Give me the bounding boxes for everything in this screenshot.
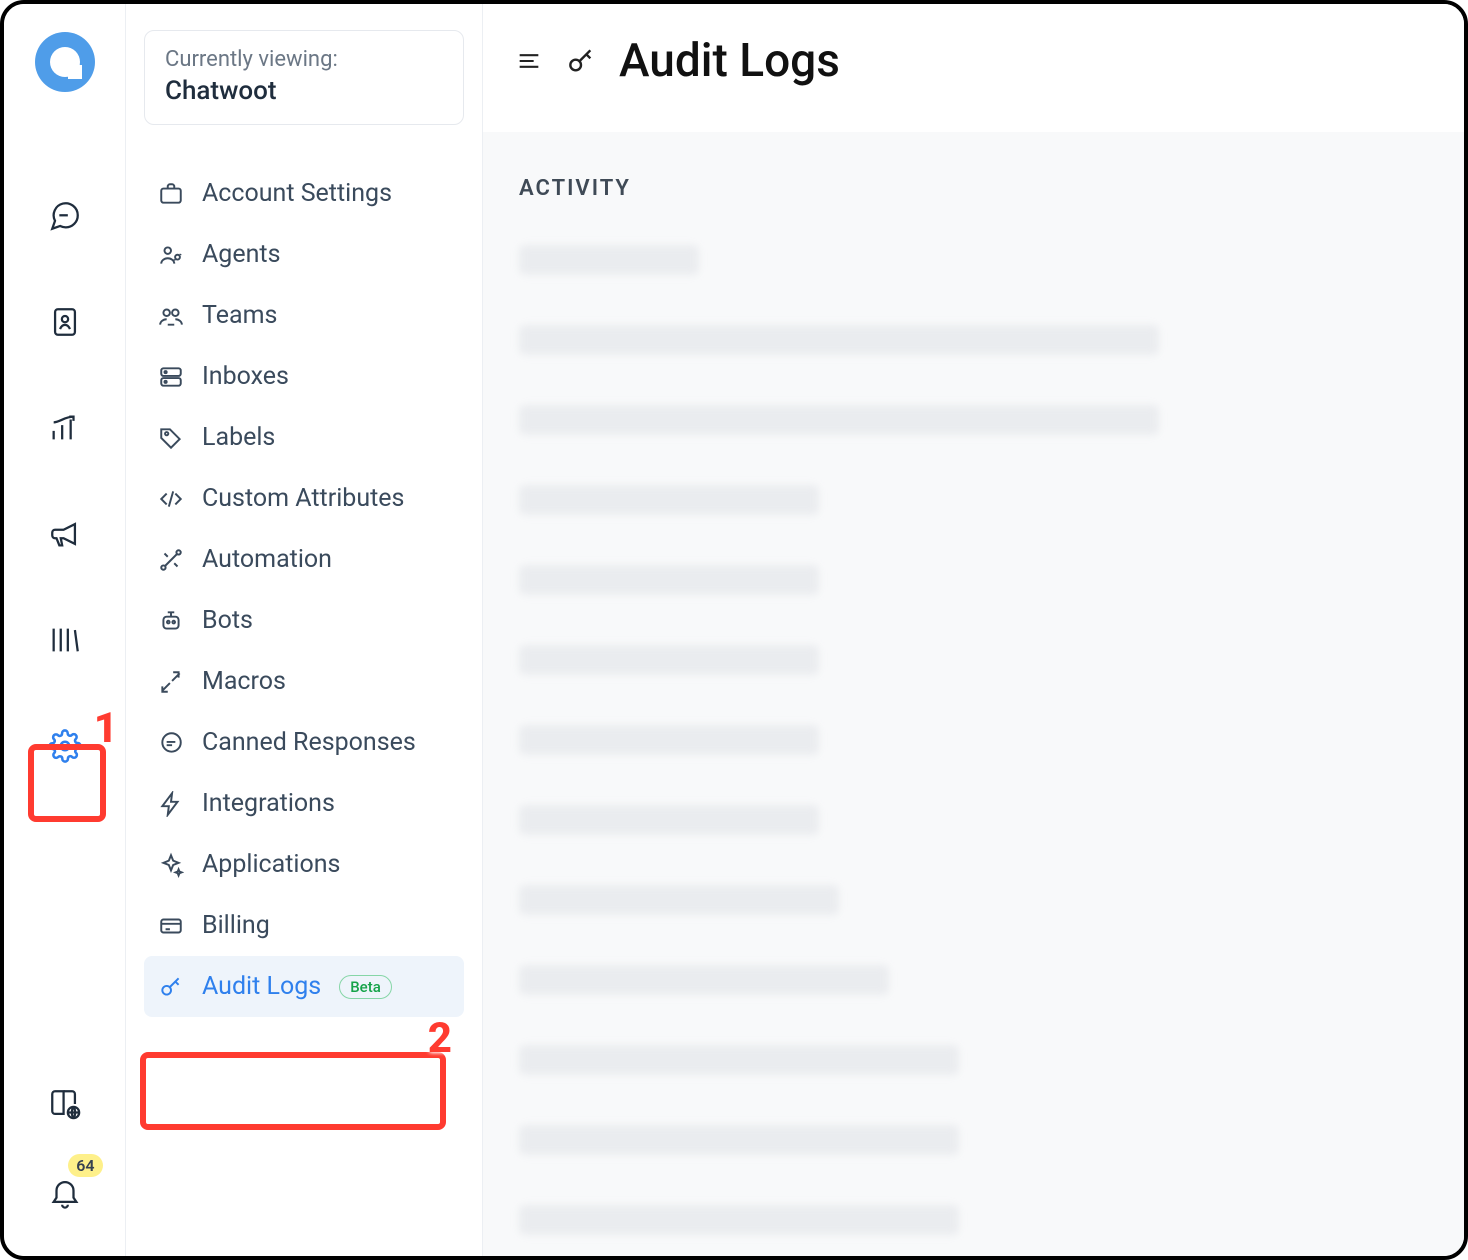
library-icon bbox=[48, 623, 82, 657]
main-content: Audit Logs ACTIVITY bbox=[483, 4, 1464, 1256]
nav-campaigns[interactable] bbox=[41, 510, 89, 558]
activity-row bbox=[519, 1045, 959, 1075]
nav-item-audit-logs[interactable]: Audit Logs Beta bbox=[144, 956, 464, 1017]
activity-row bbox=[519, 405, 1159, 435]
page-title: Audit Logs bbox=[619, 34, 840, 88]
nav-item-label: Integrations bbox=[202, 789, 335, 818]
tag-icon bbox=[158, 425, 184, 451]
nav-item-label: Bots bbox=[202, 606, 253, 635]
nav-item-applications[interactable]: Applications bbox=[144, 834, 464, 895]
activity-list bbox=[519, 245, 1428, 1235]
notification-count-badge: 64 bbox=[68, 1154, 102, 1177]
nav-item-bots[interactable]: Bots bbox=[144, 590, 464, 651]
nav-conversations[interactable] bbox=[41, 192, 89, 240]
flash-icon bbox=[158, 791, 184, 817]
account-switcher-name: Chatwoot bbox=[165, 76, 443, 106]
bot-icon bbox=[158, 608, 184, 634]
activity-row bbox=[519, 645, 819, 675]
activity-heading: ACTIVITY bbox=[519, 176, 1428, 201]
book-globe-icon bbox=[48, 1087, 82, 1121]
nav-item-integrations[interactable]: Integrations bbox=[144, 773, 464, 834]
nav-item-labels[interactable]: Labels bbox=[144, 407, 464, 468]
card-icon bbox=[158, 913, 184, 939]
agents-icon bbox=[158, 242, 184, 268]
activity-row bbox=[519, 1125, 959, 1155]
activity-row bbox=[519, 325, 1159, 355]
briefcase-icon bbox=[158, 181, 184, 207]
primary-nav-rail: 64 bbox=[4, 4, 126, 1256]
activity-row bbox=[519, 1205, 959, 1235]
activity-panel: ACTIVITY bbox=[483, 132, 1464, 1260]
nav-item-label: Billing bbox=[202, 911, 270, 940]
settings-sidebar: Currently viewing: Chatwoot Account Sett… bbox=[126, 4, 483, 1256]
key-icon bbox=[565, 45, 597, 77]
account-switcher[interactable]: Currently viewing: Chatwoot bbox=[144, 30, 464, 125]
settings-nav: Account Settings Agents Teams Inboxes La… bbox=[144, 163, 464, 1017]
nav-item-custom-attributes[interactable]: Custom Attributes bbox=[144, 468, 464, 529]
nav-contacts[interactable] bbox=[41, 298, 89, 346]
nav-item-label: Applications bbox=[202, 850, 340, 879]
nav-item-macros[interactable]: Macros bbox=[144, 651, 464, 712]
teams-icon bbox=[158, 303, 184, 329]
nav-item-label: Custom Attributes bbox=[202, 484, 404, 513]
account-switcher-label: Currently viewing: bbox=[165, 47, 443, 72]
nav-item-inboxes[interactable]: Inboxes bbox=[144, 346, 464, 407]
activity-row bbox=[519, 245, 699, 275]
nav-item-label: Teams bbox=[202, 301, 277, 330]
nav-item-label: Automation bbox=[202, 545, 332, 574]
activity-row bbox=[519, 725, 819, 755]
bell-icon bbox=[48, 1175, 82, 1209]
activity-row bbox=[519, 885, 839, 915]
canned-icon bbox=[158, 730, 184, 756]
nav-item-label: Inboxes bbox=[202, 362, 289, 391]
beta-badge: Beta bbox=[339, 975, 392, 999]
nav-item-canned-responses[interactable]: Canned Responses bbox=[144, 712, 464, 773]
contact-book-icon bbox=[48, 305, 82, 339]
inboxes-icon bbox=[158, 364, 184, 390]
nav-item-automation[interactable]: Automation bbox=[144, 529, 464, 590]
gear-icon bbox=[48, 729, 82, 763]
page-header: Audit Logs bbox=[483, 4, 1464, 132]
nav-item-label: Canned Responses bbox=[202, 728, 416, 757]
nav-item-teams[interactable]: Teams bbox=[144, 285, 464, 346]
activity-row bbox=[519, 965, 889, 995]
nav-settings[interactable] bbox=[41, 722, 89, 770]
macros-icon bbox=[158, 669, 184, 695]
nav-item-agents[interactable]: Agents bbox=[144, 224, 464, 285]
activity-row bbox=[519, 565, 819, 595]
sparkle-icon bbox=[158, 852, 184, 878]
nav-item-label: Audit Logs bbox=[202, 972, 321, 1001]
activity-row bbox=[519, 485, 819, 515]
nav-item-label: Macros bbox=[202, 667, 286, 696]
nav-docs[interactable] bbox=[41, 1080, 89, 1128]
nav-item-billing[interactable]: Billing bbox=[144, 895, 464, 956]
nav-library[interactable] bbox=[41, 616, 89, 664]
menu-icon[interactable] bbox=[515, 47, 543, 75]
reports-icon bbox=[48, 411, 82, 445]
automation-icon bbox=[158, 547, 184, 573]
megaphone-icon bbox=[48, 517, 82, 551]
nav-notifications[interactable]: 64 bbox=[41, 1168, 89, 1216]
nav-item-label: Account Settings bbox=[202, 179, 392, 208]
chat-icon bbox=[48, 199, 82, 233]
nav-item-label: Agents bbox=[202, 240, 281, 269]
key-icon bbox=[158, 974, 184, 1000]
nav-item-label: Labels bbox=[202, 423, 275, 452]
app-logo[interactable] bbox=[35, 32, 95, 92]
nav-item-account-settings[interactable]: Account Settings bbox=[144, 163, 464, 224]
activity-row bbox=[519, 805, 819, 835]
nav-reports[interactable] bbox=[41, 404, 89, 452]
code-icon bbox=[158, 486, 184, 512]
